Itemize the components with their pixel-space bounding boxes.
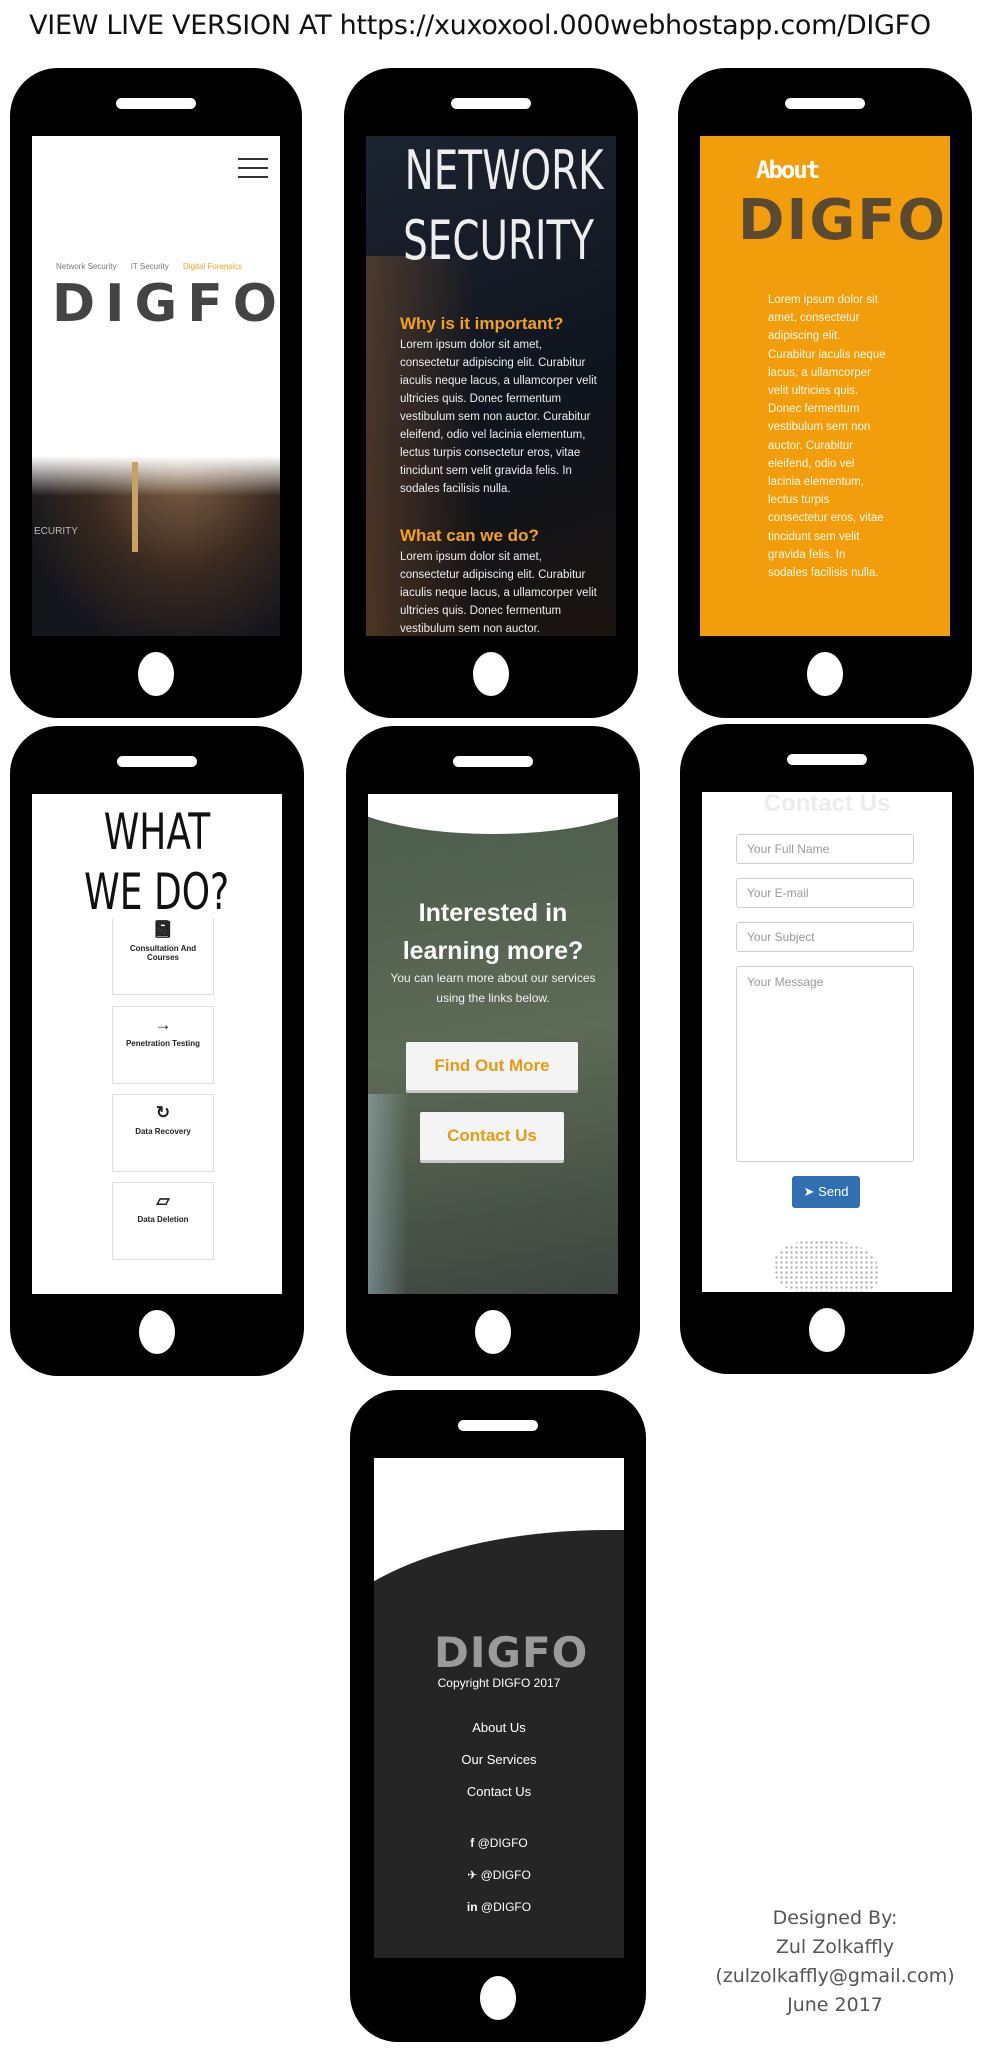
phone-home-button [473,652,509,696]
cta-heading: Interested in learning more? [402,899,584,965]
phone-home-button [138,652,174,696]
send-label: Send [818,1184,849,1199]
screen-home: Network Security IT Security Digital For… [32,136,280,636]
photo-security-text: ECURITY [34,526,78,537]
digfo-logo: DIGFO [738,188,948,253]
subject-input[interactable] [736,922,914,952]
phone-mockup-contact: Contact Us ➤ Send [680,724,974,1374]
linkedin-link[interactable]: in @DIGFO [374,1900,624,1914]
credit-line-email: (zulzolkaffly@gmail.com) [715,1965,955,1987]
credit-line-name: Zul Zolkaffly [775,1936,895,1958]
phone-home-button [809,1308,845,1352]
phone-speaker [458,1420,538,1431]
section-title-line1: WHAT [103,803,211,861]
phone-home-button [807,652,843,696]
screen-cta: Interested in learning more? You can lea… [368,794,618,1294]
hamburger-menu-icon[interactable] [238,158,268,185]
credit-line-date: June 2017 [787,1994,883,2016]
full-name-input[interactable] [736,834,914,864]
facebook-link[interactable]: f @DIGFO [374,1836,624,1850]
footer-link-our-services[interactable]: Our Services [374,1752,624,1767]
phone-speaker [453,756,533,767]
service-card-data-recovery[interactable]: ↻ Data Recovery [112,1094,214,1172]
phone-speaker [117,756,197,767]
designer-credit: Designed By: Zul Zolkaffly (zulzolkaffly… [700,1904,970,2020]
phone-home-button [475,1310,511,1354]
phone-mockup-what-we-do: WHAT WE DO? 📓︎ Consultation And Courses … [10,726,304,1376]
facebook-icon: f [470,1836,475,1850]
nav-item-network-security[interactable]: Network Security [56,262,116,271]
footer-link-about-us[interactable]: About Us [374,1720,624,1735]
copyright-text: Copyright DIGFO 2017 [437,1676,561,1690]
email-input[interactable] [736,878,914,908]
facebook-handle: @DIGFO [477,1836,528,1850]
phone-home-button [139,1310,175,1354]
twitter-handle: @DIGFO [480,1868,531,1882]
credit-line-designed-by: Designed By: [772,1907,898,1929]
undo-icon: ↻ [155,1103,171,1122]
service-label: Penetration Testing [125,1039,201,1048]
body-what-can-we-do: Lorem ipsum dolor sit amet, consectetur … [400,551,597,635]
top-curve [368,794,618,834]
send-button[interactable]: ➤ Send [792,1176,860,1208]
contact-us-button[interactable]: Contact Us [420,1112,564,1160]
about-body: Lorem ipsum dolor sit amet, consectetur … [768,294,886,580]
phone-mockup-home: Network Security IT Security Digital For… [10,68,302,718]
body-why-important: Lorem ipsum dolor sit amet, consectetur … [400,339,597,495]
background-photo [368,1094,408,1294]
about-heading: About [756,156,820,184]
service-card-consultation[interactable]: 📓︎ Consultation And Courses [112,918,214,995]
phone-mockup-network-security: NETWORK SECURITY Why is it important? Lo… [344,68,638,718]
message-textarea[interactable] [736,966,914,1162]
world-map-icon [774,1240,878,1292]
phone-speaker [116,98,196,109]
nav-item-digital-forensics[interactable]: Digital Forensics [183,262,242,271]
footer-background [374,1530,624,1958]
top-nav: Network Security IT Security Digital For… [56,262,254,271]
find-out-more-button[interactable]: Find Out More [406,1042,578,1090]
service-label: Consultation And Courses [129,944,197,962]
screen-what-we-do: WHAT WE DO? 📓︎ Consultation And Courses … [32,794,282,1294]
heading-why-important: Why is it important? [400,314,564,333]
heading-what-can-we-do: What can we do? [400,526,539,545]
service-label: Data Recovery [135,1127,191,1136]
arrow-right-icon: → [154,1015,172,1034]
section-title-line2: SECURITY [403,209,594,272]
phone-mockup-about: About DIGFO Lorem ipsum dolor sit amet, … [678,68,972,718]
screen-about: About DIGFO Lorem ipsum dolor sit amet, … [700,136,950,636]
linkedin-icon: in [466,1900,478,1914]
phone-home-button [480,1976,516,2020]
phone-mockup-cta: Interested in learning more? You can lea… [346,726,640,1376]
twitter-link[interactable]: ✈ @DIGFO [374,1868,624,1882]
eraser-icon: ▱ [156,1191,170,1210]
service-card-data-deletion[interactable]: ▱ Data Deletion [112,1182,214,1260]
screen-contact: Contact Us ➤ Send [702,792,952,1292]
hero-photo: ECURITY [32,456,280,636]
section-title-line1: NETWORK [404,139,604,202]
phone-speaker [787,754,867,765]
phone-speaker [451,98,531,109]
screen-footer: DIGFO Copyright DIGFO 2017 About Us Our … [374,1458,624,1958]
digfo-logo: DIGFO [434,1628,589,1677]
service-card-penetration-testing[interactable]: → Penetration Testing [112,1006,214,1084]
twitter-icon: ✈ [467,1868,478,1882]
service-label: Data Deletion [137,1215,189,1224]
section-title-line2: WE DO? [84,863,230,921]
nav-item-it-security[interactable]: IT Security [131,262,169,271]
footer-link-contact-us[interactable]: Contact Us [374,1784,624,1799]
digfo-logo: DIGFO [52,274,280,334]
paper-plane-icon: ➤ [803,1184,815,1199]
phone-speaker [785,98,865,109]
banner-url-text: VIEW LIVE VERSION AT https://xuxoxool.00… [29,10,931,41]
screen-network-security: NETWORK SECURITY Why is it important? Lo… [366,136,616,636]
cta-subtext: You can learn more about our services us… [390,971,596,1005]
linkedin-handle: @DIGFO [480,1900,532,1914]
phone-mockup-footer: DIGFO Copyright DIGFO 2017 About Us Our … [350,1390,646,2042]
contact-title: Contact Us [763,792,891,817]
book-icon: 📓︎ [152,920,174,939]
